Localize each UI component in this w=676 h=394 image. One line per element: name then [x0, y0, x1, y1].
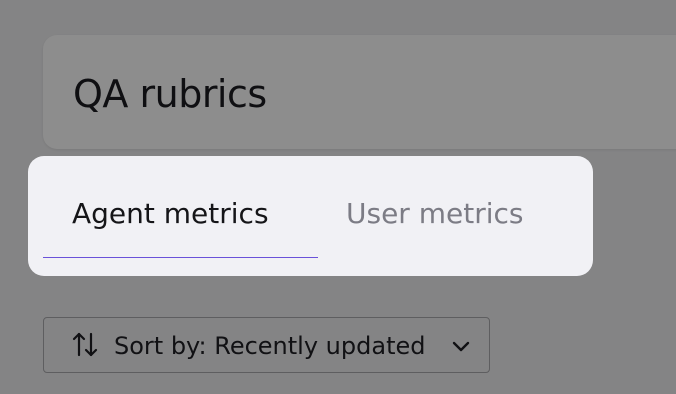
- chevron-down-icon: [452, 341, 470, 352]
- sort-arrows-icon: [72, 332, 98, 357]
- sort-label: Sort by: Recently updated: [114, 332, 426, 360]
- page-title: QA rubrics: [73, 72, 267, 116]
- sort-dropdown[interactable]: Sort by: Recently updated: [43, 317, 490, 373]
- metrics-tabs: Agent metrics User metrics: [28, 156, 593, 276]
- active-tab-indicator: [43, 257, 318, 258]
- tab-user-metrics[interactable]: User metrics: [346, 194, 523, 234]
- header-card: QA rubrics: [43, 35, 676, 149]
- tab-agent-metrics[interactable]: Agent metrics: [72, 194, 269, 234]
